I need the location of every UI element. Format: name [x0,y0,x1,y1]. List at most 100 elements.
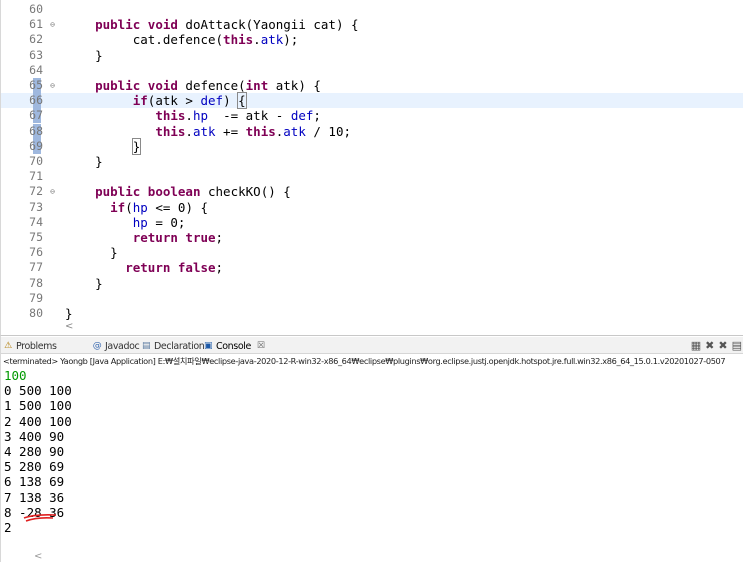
keyword-token: this [155,108,186,124]
code-line[interactable]: 80} [1,306,743,321]
keyword-token: true [185,230,216,245]
fold-collapse-icon[interactable]: ⊖ [45,184,55,199]
field-token: def [200,93,224,109]
tab-label: Console [216,340,251,352]
tab-problems[interactable]: ⚠ Problems [3,339,57,353]
code-line[interactable]: 70 } [1,154,743,169]
close-icon[interactable]: ☒ [257,340,265,353]
console-input-line: 100 [4,368,27,383]
code-line[interactable]: 76 } [1,245,743,260]
keyword-token: if [132,93,148,109]
field-token: hp [132,199,148,215]
scroll-left-arrow-icon[interactable]: < [65,321,73,332]
line-number: 66 [29,93,43,108]
code-token: / 10; [305,123,352,139]
field-token: atk [260,32,284,48]
code-text: } [65,245,118,260]
code-line[interactable]: 74 hp = 0; [1,215,743,230]
tab-console[interactable]: ▣ Console ☒ [203,339,265,353]
console-output[interactable]: 100 0 500 100 1 500 100 2 400 100 3 400 … [4,368,72,535]
code-token: atk) { [268,78,321,93]
field-token: def [290,108,314,124]
field-token: hp [132,214,148,230]
tab-javadoc[interactable]: @ Javadoc [92,339,140,353]
code-line[interactable]: 68 this.atk += this.atk / 10; [1,123,743,139]
code-line[interactable]: 73 if(hp <= 0) { [1,200,743,215]
code-text: } [65,137,142,155]
console-output-line: 6 138 69 [4,474,65,490]
tab-declaration[interactable]: ▤ Declaration [141,339,205,353]
code-line[interactable]: 65 ⊖ public void defence(int atk) { [1,78,743,93]
code-line[interactable]: 61 ⊖ public void doAttack(Yaongii cat) { [1,17,743,32]
line-number: 69 [29,138,43,153]
line-number: 74 [29,214,43,229]
code-token: defence( [177,78,246,93]
keyword-token: this [155,123,186,139]
console-output-line: 3 400 90 [4,428,65,444]
code-line[interactable]: 60 [1,2,743,17]
code-line[interactable]: 64 [1,63,743,78]
code-line[interactable]: 67 this.hp -= atk - def; [1,108,743,124]
console-icon: ▣ [203,341,213,351]
code-text: this.hp -= atk - def; [65,108,321,123]
code-text: hp = 0; [65,214,186,230]
code-token: ; [215,230,224,245]
tab-label: Javadoc [105,340,140,352]
matching-brace: { [237,92,247,110]
code-line[interactable]: 75 return true; [1,230,743,245]
line-number: 60 [29,2,43,16]
keyword-token: false [177,260,216,276]
line-number: 75 [29,230,43,244]
keyword-token: public [95,184,141,200]
code-editor[interactable]: 60 61 ⊖ public void doAttack(Yaongii cat) … [0,0,743,335]
fold-collapse-icon[interactable]: ⊖ [45,78,55,93]
code-line[interactable]: 77 return false; [1,260,743,275]
field-token: atk [283,123,306,139]
code-line[interactable]: 66 if(atk > def) { [1,92,743,110]
console-output-line: 5 280 69 [4,459,65,475]
console-output-line: 4 280 90 [4,443,65,459]
code-line[interactable]: 79 [1,291,743,306]
line-number: 61 ⊖ [29,17,55,32]
code-line[interactable]: 63 } [1,48,743,63]
keyword-token: void [147,78,178,93]
code-line[interactable]: 69 } [1,137,743,155]
code-text: cat.defence(this.atk); [65,32,299,48]
keyword-token: int [245,78,269,93]
keyword-token: this [223,32,254,48]
code-token: . [185,108,193,124]
editor-horizontal-scrollbar[interactable]: < [57,321,743,334]
tab-label: Declaration [154,340,205,352]
remove-launch-icon[interactable]: ✖ [705,339,714,352]
clear-console-icon[interactable]: ▦ [691,339,701,352]
console-horizontal-scrollbar[interactable]: < [34,551,42,562]
fold-collapse-icon[interactable]: ⊖ [45,17,55,32]
declaration-icon: ▤ [141,341,151,351]
code-token: } [65,275,103,291]
scroll-left-arrow-icon[interactable]: < [34,551,42,562]
code-token: ; [313,108,321,124]
code-token: doAttack(Yaongii cat) { [177,17,359,33]
text-caret [245,95,247,109]
code-line[interactable]: 62 cat.defence(this.atk); [1,32,743,47]
code-token: } [65,47,103,63]
line-number: 78 [29,275,43,290]
code-token: } [65,306,73,321]
line-number: 64 [29,62,43,77]
remove-all-icon[interactable]: ✖ [718,339,727,352]
scroll-lock-icon[interactable]: ▤ [732,339,742,352]
code-line[interactable]: 72 ⊖ public boolean checkKO() { [1,184,743,199]
javadoc-icon: @ [92,341,102,351]
code-line[interactable]: 78 } [1,276,743,291]
code-text: return false; [65,260,223,275]
code-line[interactable]: 71 [1,169,743,184]
